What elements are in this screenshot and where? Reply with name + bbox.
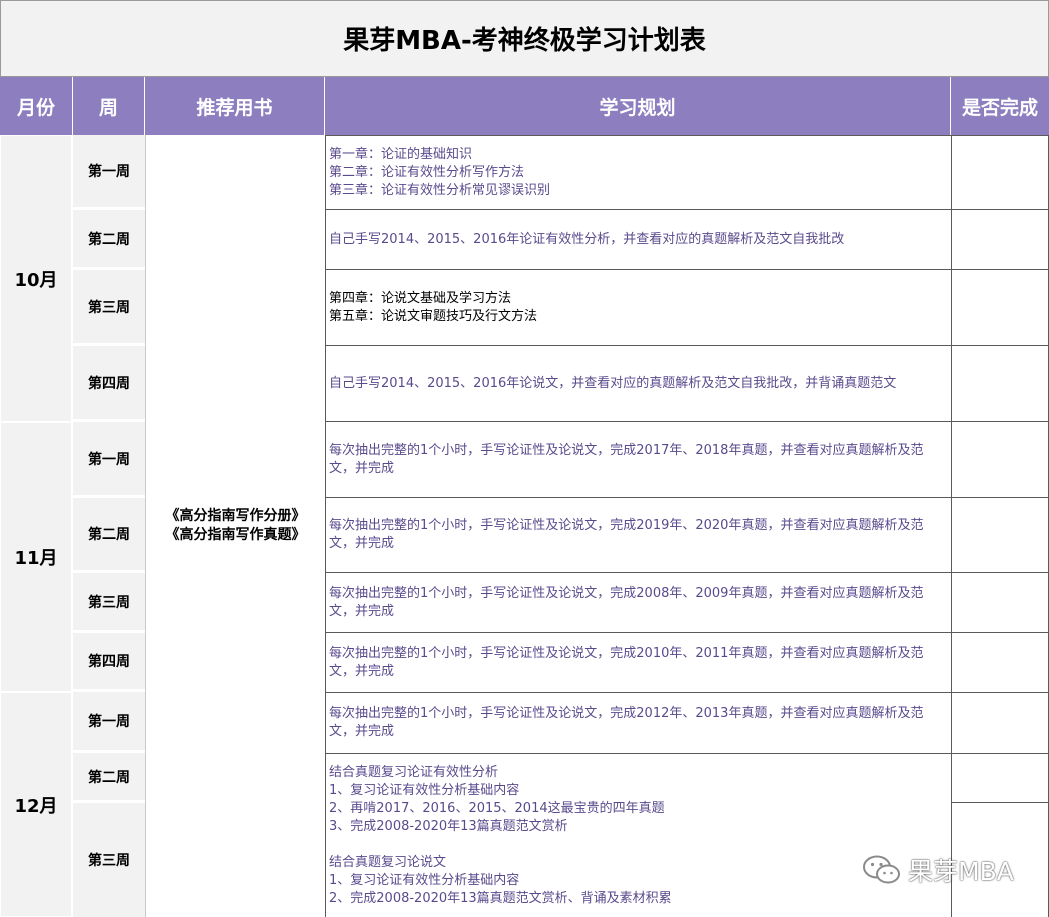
week-cell: 第三周 <box>73 573 145 633</box>
completion-cell[interactable] <box>951 135 1049 210</box>
watermark-text: 果芽MBA <box>908 857 1014 886</box>
plan-cell: 第一章：论证的基础知识 第二章：论证有效性分析写作方法 第三章：论证有效性分析常… <box>325 135 952 210</box>
week-cell: 第一周 <box>73 692 145 753</box>
plan-cell: 每次抽出完整的1个小时，手写论证性及论说文，完成2012年、2013年真题，并查… <box>325 692 952 754</box>
week-cell: 第二周 <box>73 210 145 270</box>
completion-cell[interactable] <box>951 345 1049 422</box>
book-title: 《高分指南写作分册》 <box>165 508 306 524</box>
plan-cell: 每次抽出完整的1个小时，手写论证性及论说文，完成2017年、2018年真题，并查… <box>325 421 952 498</box>
page-title: 果芽MBA-考神终极学习计划表 <box>0 0 1049 77</box>
plan-cell: 每次抽出完整的1个小时，手写论证性及论说文，完成2010年、2011年真题，并查… <box>325 632 952 693</box>
completion-cell[interactable] <box>951 269 1049 346</box>
header-plan: 学习规划 <box>325 77 951 135</box>
month-cell-dec: 12月 <box>0 692 73 917</box>
week-cell: 第一周 <box>73 135 145 210</box>
plan-cell: 自己手写2014、2015、2016年论说文，并查看对应的真题解析及范文自我批改… <box>325 345 952 422</box>
month-cell-oct: 10月 <box>0 135 73 422</box>
plan-cell: 第四章：论说文基础及学习方法 第五章：论说文审题技巧及行文方法 <box>325 269 952 346</box>
week-cell: 第四周 <box>73 346 145 422</box>
week-cell: 第四周 <box>73 633 145 692</box>
week-cell: 第二周 <box>73 498 145 573</box>
watermark: 果芽MBA <box>862 852 1014 888</box>
plan-cell: 每次抽出完整的1个小时，手写论证性及论说文，完成2019年、2020年真题，并查… <box>325 497 952 573</box>
header-done: 是否完成 <box>951 77 1049 135</box>
header-week: 周 <box>73 77 145 135</box>
week-cell: 第三周 <box>73 270 145 346</box>
week-cell: 第二周 <box>73 753 145 803</box>
completion-cell[interactable] <box>951 753 1049 803</box>
completion-cell[interactable] <box>951 497 1049 573</box>
plan-cell: 每次抽出完整的1个小时，手写论证性及论说文，完成2008年、2009年真题，并查… <box>325 572 952 633</box>
plan-cell-review: 结合真题复习论证有效性分析 1、复习论证有效性分析基础内容 2、再啃2017、2… <box>325 753 952 917</box>
completion-cell[interactable] <box>951 421 1049 498</box>
week-cell: 第三周 <box>73 803 145 917</box>
wechat-icon <box>862 854 902 886</box>
completion-cell[interactable] <box>951 692 1049 754</box>
recommended-book-cell: 《高分指南写作分册》 《高分指南写作真题》 <box>145 135 325 917</box>
book-title: 《高分指南写作真题》 <box>165 527 306 543</box>
completion-cell[interactable] <box>951 209 1049 270</box>
completion-cell[interactable] <box>951 572 1049 633</box>
header-month: 月份 <box>0 77 73 135</box>
plan-cell: 自己手写2014、2015、2016年论证有效性分析，并查看对应的真题解析及范文… <box>325 209 952 270</box>
week-cell: 第一周 <box>73 422 145 498</box>
completion-cell[interactable] <box>951 632 1049 693</box>
month-cell-nov: 11月 <box>0 422 73 692</box>
header-book: 推荐用书 <box>145 77 325 135</box>
